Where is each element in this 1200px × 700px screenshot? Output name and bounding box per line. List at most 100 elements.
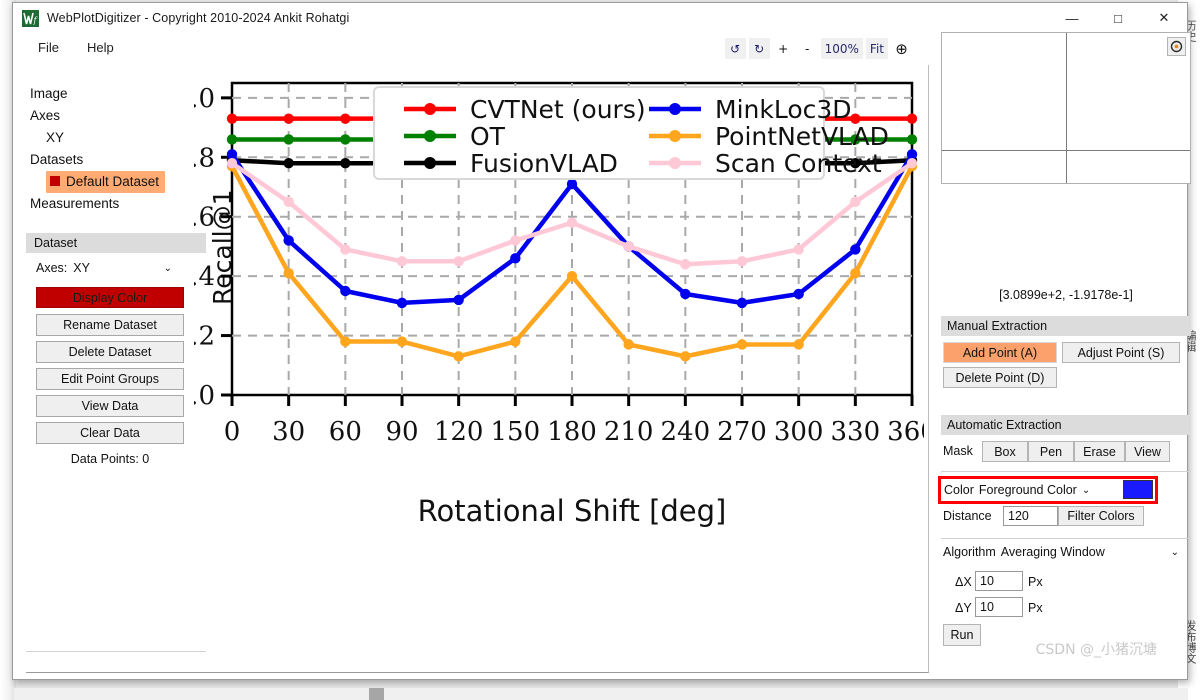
add-point-button-label: Add Point (A) (962, 345, 1038, 360)
mask-view-button-label: View (1134, 444, 1161, 459)
automatic-extraction-header: Automatic Extraction (941, 415, 1191, 435)
tree-item-default-dataset-row[interactable]: Default Dataset (26, 171, 206, 193)
run-button-label: Run (950, 628, 974, 642)
chevron-down-icon-algorithm: ⌄ (1170, 546, 1179, 558)
svg-text:240: 240 (661, 417, 711, 447)
svg-text:210: 210 (604, 417, 654, 447)
svg-text:PointNetVLAD: PointNetVLAD (715, 122, 889, 151)
tree-item-axes[interactable]: Axes (26, 105, 206, 127)
svg-text:0.0: 0.0 (194, 381, 215, 411)
svg-text:30: 30 (272, 417, 305, 447)
clear-data-button[interactable]: Clear Data (36, 422, 184, 444)
chevron-down-icon: ⌄ (163, 262, 172, 274)
zoom-level-label[interactable]: 100% (820, 38, 863, 59)
run-button[interactable]: Run (943, 624, 981, 646)
algorithm-select-value: Averaging Window (1000, 545, 1105, 559)
tree-item-axes-label: Axes (30, 108, 61, 123)
color-select-label: Color (944, 483, 974, 497)
color-select-value: Foreground Color (978, 483, 1077, 497)
zoom-out-button[interactable]: - (797, 38, 818, 59)
rename-dataset-button[interactable]: Rename Dataset (36, 314, 184, 336)
mask-erase-button-label: Erase (1083, 444, 1116, 459)
horizontal-scrollbar[interactable] (14, 688, 1188, 700)
magnifier-preview[interactable] (941, 32, 1191, 184)
distance-input-value: 120 (1008, 509, 1029, 523)
fit-button[interactable]: Fit (865, 38, 888, 59)
crosshair-icon[interactable]: ⊕ (891, 38, 912, 59)
foreground-color-swatch[interactable] (1123, 480, 1153, 499)
distance-input[interactable]: 120 (1003, 506, 1058, 526)
tree-item-datasets[interactable]: Datasets (26, 149, 206, 171)
clear-data-button-label: Clear Data (80, 426, 140, 440)
delta-y-input[interactable]: 10 (975, 597, 1023, 617)
svg-text:OT: OT (470, 122, 506, 151)
display-color-button-label: Display Color (72, 290, 148, 305)
dataset-panel-header: Dataset (26, 233, 206, 253)
horizontal-scrollbar-thumb[interactable] (369, 688, 384, 700)
delta-y-unit: Px (1028, 601, 1043, 615)
axes-select-value: XY (73, 261, 90, 275)
delete-dataset-button[interactable]: Delete Dataset (36, 341, 184, 363)
svg-text:270: 270 (717, 417, 767, 447)
tree-item-xy[interactable]: XY (26, 127, 206, 149)
manual-extraction-header: Manual Extraction (941, 316, 1191, 336)
recall-vs-rotation-chart: CVTNet (ours)OTFusionVLAD MinkLoc3DPointN… (194, 81, 924, 528)
rotate-right-icon[interactable]: ↻ (748, 38, 770, 59)
color-select[interactable]: Color Foreground Color ⌄ (944, 483, 1090, 497)
axes-select[interactable]: Axes: XY ⌄ (36, 261, 196, 275)
svg-text:330: 330 (831, 417, 881, 447)
menu-item-help[interactable]: Help (84, 38, 117, 57)
tree-item-measurements[interactable]: Measurements (26, 193, 206, 215)
automatic-extraction-header-label: Automatic Extraction (947, 418, 1062, 432)
manual-extraction-header-label: Manual Extraction (947, 319, 1048, 333)
mask-label: Mask (943, 444, 973, 458)
zoom-toolbar: ↺ ↻ + - 100% Fit ⊕ (724, 38, 912, 59)
automatic-extraction-divider (941, 471, 1191, 472)
algorithm-select[interactable]: Algorithm Averaging Window ⌄ (943, 545, 1191, 559)
svg-text:MinkLoc3D: MinkLoc3D (715, 95, 852, 124)
svg-text:360: 360 (887, 417, 924, 447)
webplotdigitizer-logo-icon: f (22, 9, 39, 27)
adjust-point-button[interactable]: Adjust Point (S) (1062, 342, 1180, 363)
svg-text:0: 0 (224, 417, 241, 447)
svg-text:150: 150 (491, 417, 541, 447)
minimize-icon[interactable]: — (1049, 3, 1095, 33)
add-point-button[interactable]: Add Point (A) (943, 342, 1057, 363)
tree-item-measurements-label: Measurements (30, 196, 120, 211)
cursor-coordinates: [3.0899e+2, -1.9178e-1] (999, 288, 1133, 302)
mask-pen-button[interactable]: Pen (1028, 441, 1074, 462)
magnifier-crosshair-vertical (1066, 33, 1067, 183)
delta-y-input-value: 10 (980, 600, 994, 614)
rotate-left-icon[interactable]: ↺ (724, 38, 746, 59)
tree-item-datasets-label: Datasets (30, 152, 84, 167)
filter-colors-button[interactable]: Filter Colors (1058, 506, 1144, 526)
tree-item-image[interactable]: Image (26, 83, 206, 105)
mask-view-button[interactable]: View (1125, 441, 1170, 462)
sidebar-divider (26, 651, 206, 652)
delta-x-label: ΔX (955, 575, 972, 589)
delta-x-input[interactable]: 10 (975, 571, 1023, 591)
zoom-in-button[interactable]: + (773, 38, 794, 59)
svg-text:CVTNet (ours): CVTNet (ours) (470, 95, 646, 124)
close-icon[interactable]: ✕ (1141, 3, 1187, 33)
mask-box-button-label: Box (994, 444, 1016, 459)
filter-colors-button-label: Filter Colors (1067, 509, 1135, 523)
delete-point-button-label: Delete Point (D) (955, 370, 1045, 385)
dataset-color-swatch-icon (50, 176, 60, 186)
window-controls: — □ ✕ (1049, 3, 1187, 33)
edit-point-groups-button[interactable]: Edit Point Groups (36, 368, 184, 390)
magnifier-settings-icon[interactable] (1167, 37, 1186, 56)
menu-item-file[interactable]: File (35, 38, 62, 57)
svg-text:90: 90 (385, 417, 418, 447)
axes-select-label: Axes: (36, 261, 68, 275)
data-points-count: Data Points: 0 (70, 452, 150, 466)
maximize-icon[interactable]: □ (1095, 3, 1141, 33)
delta-x-unit: Px (1028, 575, 1043, 589)
mask-box-button[interactable]: Box (982, 441, 1028, 462)
tree-item-default-dataset[interactable]: Default Dataset (46, 171, 166, 193)
mask-erase-button[interactable]: Erase (1074, 441, 1125, 462)
display-color-button[interactable]: Display Color (36, 287, 184, 308)
delete-point-button[interactable]: Delete Point (D) (943, 367, 1057, 388)
svg-text:180: 180 (547, 417, 597, 447)
view-data-button[interactable]: View Data (36, 395, 184, 417)
